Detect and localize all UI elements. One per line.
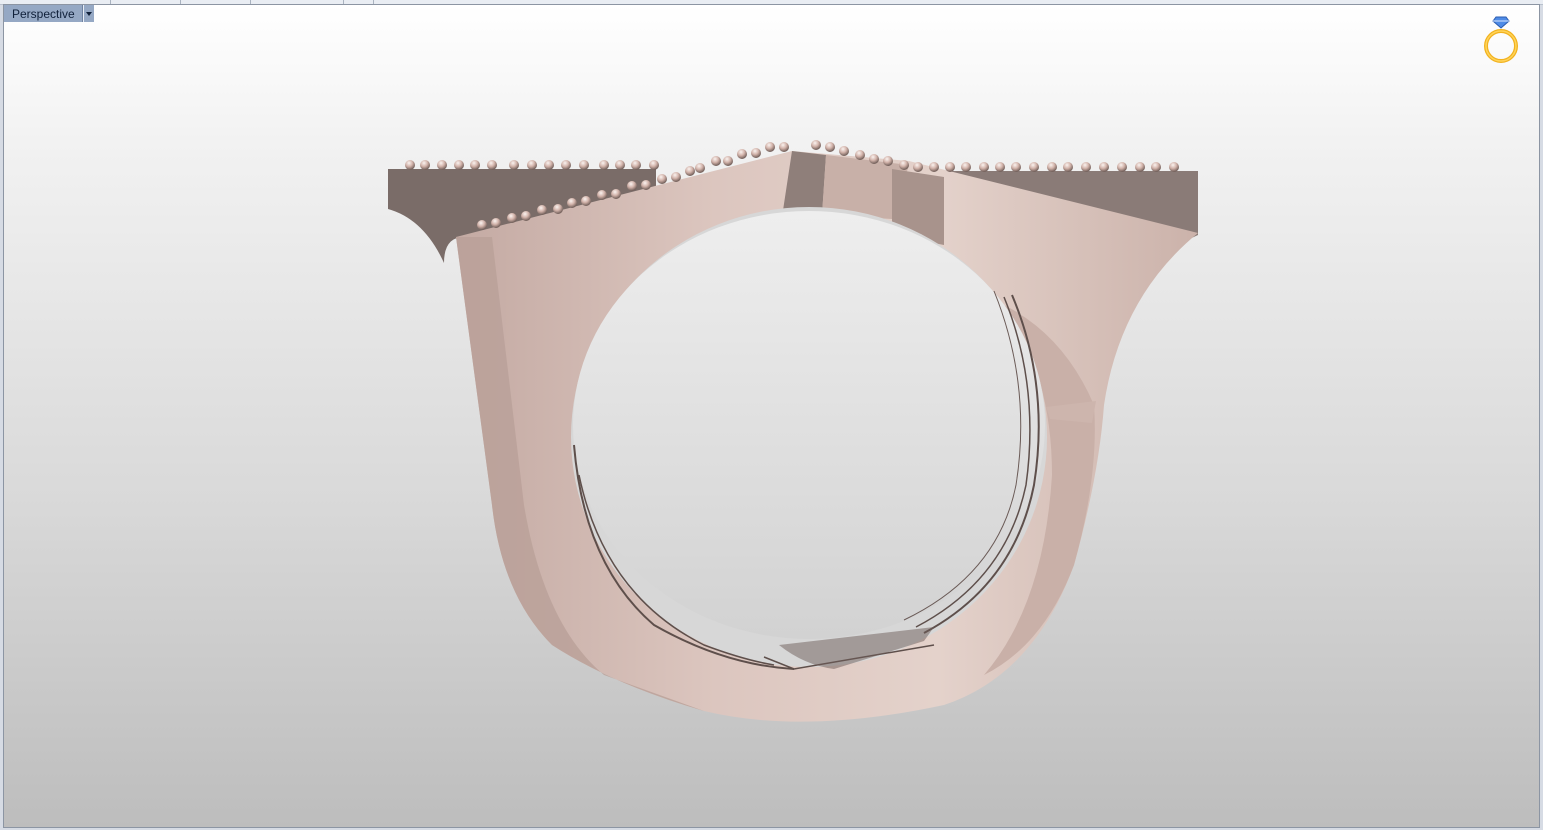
perspective-viewport[interactable]: Perspective: [3, 4, 1540, 828]
ring-model[interactable]: [4, 5, 1539, 827]
